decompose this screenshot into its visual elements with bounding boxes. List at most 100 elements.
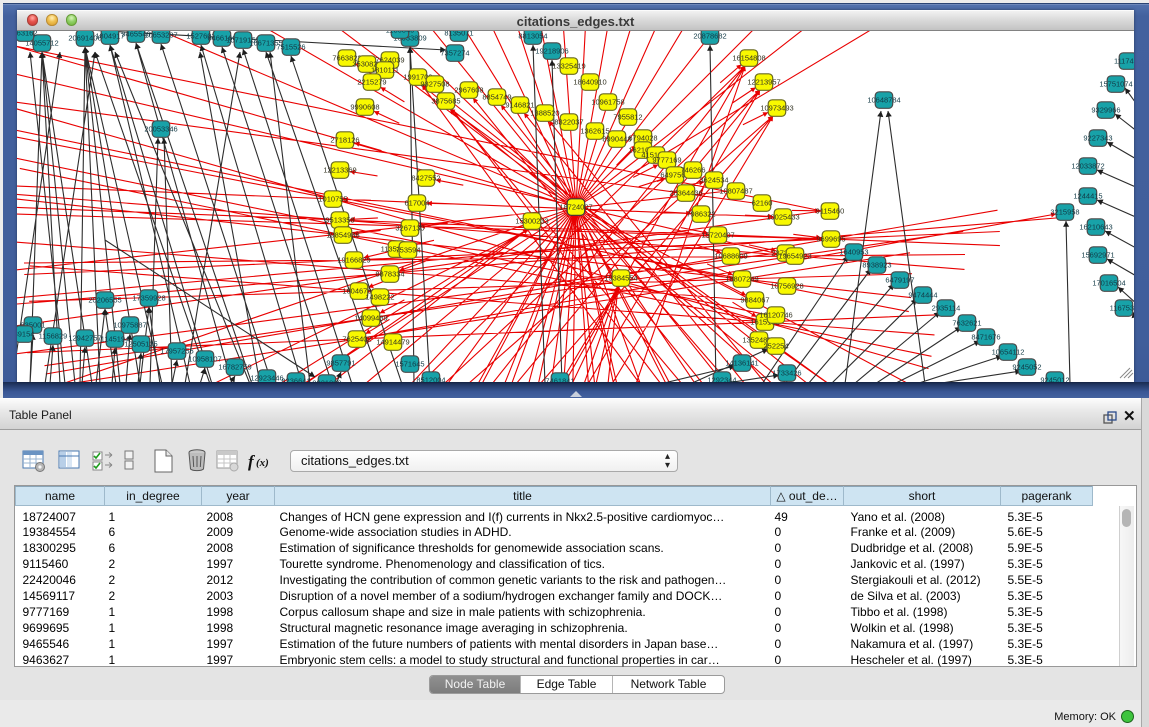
svg-text:746266: 746266 <box>680 166 705 175</box>
svg-text:1733426: 1733426 <box>772 369 801 378</box>
svg-text:(x): (x) <box>256 457 269 469</box>
svg-text:8813054: 8813054 <box>518 32 547 41</box>
svg-text:8878334: 8878334 <box>375 270 404 279</box>
svg-text:10654112: 10654112 <box>992 348 1025 357</box>
svg-text:3624534: 3624534 <box>699 176 728 185</box>
svg-text:9857791: 9857791 <box>326 359 355 368</box>
svg-text:7357274: 7357274 <box>440 49 469 58</box>
svg-text:9227343: 9227343 <box>1083 134 1112 143</box>
svg-text:13325419: 13325419 <box>552 62 585 71</box>
svg-text:8135071: 8135071 <box>444 31 473 38</box>
svg-text:19654923: 19654923 <box>778 252 811 261</box>
svg-text:8512004: 8512004 <box>416 376 445 383</box>
svg-text:252254: 252254 <box>763 342 788 351</box>
svg-text:9031990: 9031990 <box>312 379 341 383</box>
svg-text:1640953: 1640953 <box>839 248 868 257</box>
svg-text:9513358: 9513358 <box>325 216 354 225</box>
svg-text:1010755: 1010755 <box>318 195 347 204</box>
svg-text:1186340: 1186340 <box>386 31 415 35</box>
svg-text:7632621: 7632621 <box>952 319 981 328</box>
svg-text:7625402: 7625402 <box>342 335 371 344</box>
svg-text:15692971: 15692971 <box>1081 251 1114 260</box>
svg-text:10653287: 10653287 <box>144 31 177 40</box>
svg-text:2718126: 2718126 <box>330 136 359 145</box>
svg-text:1167534: 1167534 <box>1110 304 1134 313</box>
svg-text:1117403: 1117403 <box>1114 57 1134 66</box>
svg-text:1244415: 1244415 <box>1073 192 1102 201</box>
svg-text:1292344: 1292344 <box>707 376 736 383</box>
svg-text:20053346: 20053346 <box>144 125 177 134</box>
svg-text:15751074: 15751074 <box>1099 80 1132 89</box>
svg-text:8938923: 8938923 <box>862 261 891 270</box>
svg-text:16210643: 16210643 <box>1079 223 1112 232</box>
svg-text:18724007: 18724007 <box>559 203 592 212</box>
svg-text:7461841: 7461841 <box>545 377 574 383</box>
svg-text:12033872: 12033872 <box>1071 162 1104 171</box>
svg-text:9990608: 9990608 <box>350 103 379 112</box>
svg-text:2967608: 2967608 <box>454 86 483 95</box>
svg-text:8471676: 8471676 <box>971 333 1000 342</box>
svg-text:14914479: 14914479 <box>376 338 409 347</box>
svg-text:9474444: 9474444 <box>908 291 937 300</box>
svg-text:1804917: 1804917 <box>95 32 124 41</box>
svg-text:617004: 617004 <box>404 199 429 208</box>
svg-text:15300233: 15300233 <box>515 217 548 226</box>
svg-text:39154: 39154 <box>17 330 34 339</box>
svg-text:14099489: 14099489 <box>354 314 387 323</box>
svg-text:6794028: 6794028 <box>628 134 657 143</box>
svg-text:19218906: 19218906 <box>535 47 568 56</box>
svg-text:f: f <box>248 452 256 471</box>
svg-text:2935114: 2935114 <box>932 304 961 313</box>
svg-text:10025433: 10025433 <box>766 213 799 222</box>
svg-text:753594: 753594 <box>395 246 420 255</box>
svg-text:2215279: 2215279 <box>357 78 386 87</box>
svg-text:9115460: 9115460 <box>816 207 845 216</box>
svg-text:9884067: 9884067 <box>740 296 769 305</box>
svg-text:7515526: 7515526 <box>276 43 305 52</box>
svg-text:10973493: 10973493 <box>760 104 793 113</box>
svg-text:10975887: 10975887 <box>113 321 146 330</box>
svg-text:14136141: 14136141 <box>725 359 758 368</box>
svg-text:3215958: 3215958 <box>1050 208 1079 217</box>
svg-text:19854988: 19854988 <box>326 231 359 240</box>
svg-text:1156829: 1156829 <box>39 332 68 341</box>
svg-text:7955812: 7955812 <box>613 113 642 122</box>
svg-text:10756928: 10756928 <box>770 282 803 291</box>
svg-text:8427552: 8427552 <box>411 174 440 183</box>
svg-text:20878682: 20878682 <box>693 32 726 41</box>
svg-text:10807487: 10807487 <box>719 187 752 196</box>
svg-text:1810111: 1810111 <box>371 66 399 75</box>
svg-text:17359928: 17359928 <box>132 294 165 303</box>
svg-text:1571645: 1571645 <box>395 360 424 369</box>
svg-text:12213369: 12213369 <box>323 166 356 175</box>
svg-text:3267130: 3267130 <box>395 224 424 233</box>
svg-text:3875685: 3875685 <box>431 97 460 106</box>
svg-text:8322037: 8322037 <box>554 118 583 127</box>
svg-text:19166829: 19166829 <box>337 256 370 265</box>
svg-text:12923446: 12923446 <box>250 374 283 383</box>
svg-text:9245052: 9245052 <box>1012 363 1041 372</box>
svg-text:15720407: 15720407 <box>701 231 734 240</box>
svg-text:963162: 963162 <box>17 31 38 38</box>
svg-text:10648784: 10648784 <box>867 96 900 105</box>
svg-text:12213957: 12213957 <box>747 78 780 87</box>
svg-text:9329966: 9329966 <box>1091 106 1120 115</box>
svg-text:9245012: 9245012 <box>1040 376 1069 383</box>
svg-text:9777169: 9777169 <box>652 156 681 165</box>
svg-text:7986322: 7986322 <box>686 210 715 219</box>
svg-text:10688609: 10688609 <box>714 252 747 261</box>
svg-text:6479197: 6479197 <box>885 276 914 285</box>
svg-text:8990448: 8990448 <box>602 135 631 144</box>
svg-text:19384554: 19384554 <box>604 274 637 283</box>
svg-text:18807249: 18807249 <box>725 275 758 284</box>
svg-text:8236641: 8236641 <box>281 377 310 383</box>
svg-text:20206555: 20206555 <box>88 296 121 305</box>
svg-text:62160: 62160 <box>752 199 773 208</box>
svg-text:16120746: 16120746 <box>759 311 792 320</box>
svg-text:20364436: 20364436 <box>669 189 702 198</box>
svg-text:1498222: 1498222 <box>365 293 394 302</box>
svg-text:9327508: 9327508 <box>420 80 449 89</box>
svg-text:10958107: 10958107 <box>188 355 221 364</box>
svg-text:16782759: 16782759 <box>218 363 251 372</box>
svg-text:12505135: 12505135 <box>124 340 157 349</box>
